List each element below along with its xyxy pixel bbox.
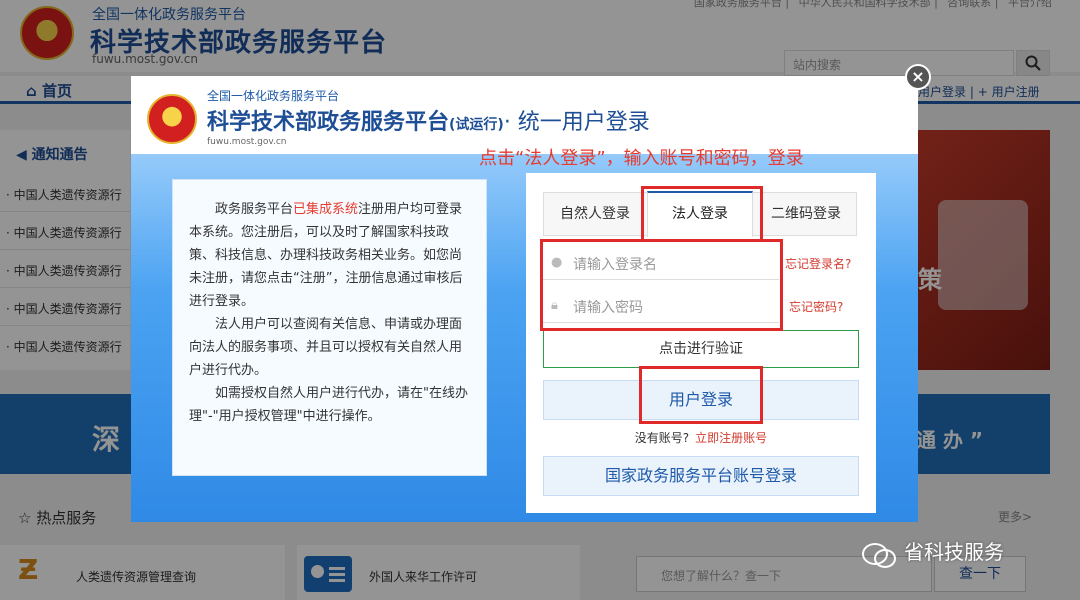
modal-url: fuwu.most.gov.cn — [207, 137, 287, 147]
close-icon[interactable]: × — [905, 64, 931, 90]
modal-title-text: 科学技术部政务服务平台 — [207, 110, 450, 135]
register-line: 没有账号? 立即注册账号 — [526, 429, 876, 446]
forgot-password-link[interactable]: 忘记密码? — [789, 298, 843, 315]
intro-text: 政务服务平台 — [215, 202, 294, 217]
intro-text: 注册用户均可登录本系统。您注册后，可以及时了解国家科技政策、科技信息、办理科技政… — [189, 202, 463, 309]
highlight-legal-tab — [641, 186, 763, 242]
tab-qrcode[interactable]: 二维码登录 — [756, 193, 856, 235]
trial-label: (试运行) — [449, 117, 504, 133]
unified-login-label: · 统一用户登录 — [503, 110, 650, 135]
highlight-credentials — [540, 239, 783, 331]
modal-subtitle: 全国一体化政务服务平台 — [207, 89, 340, 103]
national-platform-login-button[interactable]: 国家政务服务平台账号登录 — [543, 456, 859, 496]
national-emblem-logo — [147, 94, 197, 144]
instruction-annotation: 点击“法人登录”，输入账号和密码，登录 — [479, 148, 804, 169]
wechat-watermark: 省科技服务 — [862, 536, 1004, 568]
tab-natural-person[interactable]: 自然人登录 — [544, 193, 646, 235]
highlight-login-button — [639, 366, 763, 424]
verify-button[interactable]: 点击进行验证 — [543, 330, 859, 368]
modal-title: 科学技术部政务服务平台(试运行)· 统一用户登录 — [207, 104, 650, 136]
no-account-text: 没有账号? — [634, 431, 690, 445]
watermark-text: 省科技服务 — [904, 540, 1004, 564]
wechat-icon — [862, 541, 896, 568]
intro-paragraph: 法人用户可以查阅有关信息、申请或办理面向法人的服务事项、并且可以授权有关自然人用… — [189, 317, 463, 378]
intro-paragraph: 政务服务平台已集成系统注册用户均可登录本系统。您注册后，可以及时了解国家科技政策… — [189, 198, 474, 313]
login-modal: 全国一体化政务服务平台 科学技术部政务服务平台(试运行)· 统一用户登录 fuw… — [131, 76, 918, 522]
intro-highlight: 已集成系统 — [293, 202, 359, 217]
modal-header: 全国一体化政务服务平台 科学技术部政务服务平台(试运行)· 统一用户登录 fuw… — [131, 76, 918, 154]
register-link[interactable]: 立即注册账号 — [695, 431, 767, 445]
forgot-username-link[interactable]: 忘记登录名? — [785, 255, 851, 272]
intro-paragraph: 如需授权自然人用户进行代办，请在"在线办理"-"用户授权管理"中进行操作。 — [189, 386, 468, 424]
intro-panel: 政务服务平台已集成系统注册用户均可登录本系统。您注册后，可以及时了解国家科技政策… — [172, 179, 487, 476]
